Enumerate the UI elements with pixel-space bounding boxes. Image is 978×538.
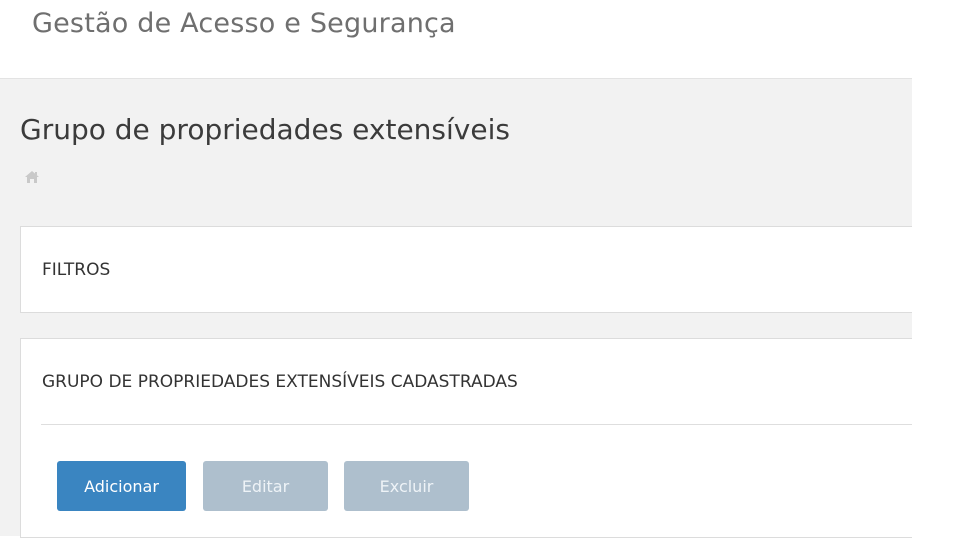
add-button[interactable]: Adicionar	[57, 461, 186, 511]
app-title: Gestão de Acesso e Segurança	[32, 8, 456, 39]
edit-button[interactable]: Editar	[203, 461, 328, 511]
home-icon[interactable]	[24, 170, 40, 184]
filters-panel[interactable]: FILTROS	[20, 226, 912, 313]
breadcrumb	[24, 169, 44, 185]
main-content: Grupo de propriedades extensíveis FILTRO…	[0, 78, 912, 538]
filters-heading[interactable]: FILTROS	[42, 260, 110, 280]
delete-button[interactable]: Excluir	[344, 461, 469, 511]
list-heading: GRUPO DE PROPRIEDADES EXTENSÍVEIS CADAST…	[42, 372, 518, 392]
divider	[41, 424, 912, 425]
app-header: Gestão de Acesso e Segurança	[0, 0, 978, 78]
page-title: Grupo de propriedades extensíveis	[20, 113, 510, 146]
list-panel: GRUPO DE PROPRIEDADES EXTENSÍVEIS CADAST…	[20, 338, 912, 538]
